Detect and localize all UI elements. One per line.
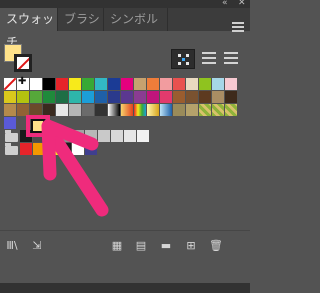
- swatch[interactable]: [121, 104, 133, 116]
- swatch[interactable]: [186, 104, 198, 116]
- tab-symbols[interactable]: シンボル: [104, 8, 168, 31]
- panel-top-strip: « ✕: [0, 0, 250, 8]
- swatch[interactable]: [134, 104, 146, 116]
- swatch[interactable]: [212, 78, 224, 90]
- swatch[interactable]: [160, 104, 172, 116]
- swatch[interactable]: [69, 91, 81, 103]
- swatch[interactable]: [69, 104, 81, 116]
- swatch[interactable]: [225, 104, 237, 116]
- tab-swatches[interactable]: スウォッチ: [0, 8, 58, 49]
- swatch[interactable]: [147, 78, 159, 90]
- panel-footer: [0, 283, 250, 293]
- swatch[interactable]: [30, 91, 42, 103]
- swatch[interactable]: [4, 78, 16, 90]
- swatch[interactable]: [108, 104, 120, 116]
- swatch[interactable]: [108, 78, 120, 90]
- swatch[interactable]: [186, 91, 198, 103]
- large-thumbnail-view-button[interactable]: [171, 49, 195, 69]
- swatch[interactable]: [160, 78, 172, 90]
- swatch-library-menu-icon[interactable]: Ⅲ\: [5, 239, 19, 253]
- grays-group-folder-icon[interactable]: [5, 130, 18, 142]
- swatch[interactable]: [108, 91, 120, 103]
- swatch[interactable]: [4, 104, 16, 116]
- swatch[interactable]: [56, 91, 68, 103]
- stroke-none-swatch[interactable]: [14, 54, 32, 72]
- tab-brushes[interactable]: ブラシ: [58, 8, 104, 31]
- panel-menu-icon[interactable]: [232, 22, 244, 32]
- swatch[interactable]: [134, 78, 146, 90]
- panel-tab-bar: スウォッチ ブラシ シンボル: [0, 8, 250, 49]
- show-swatch-kinds-icon[interactable]: ▦: [110, 239, 124, 253]
- swatch-options-icon[interactable]: ▤: [134, 239, 148, 253]
- swatch[interactable]: [134, 91, 146, 103]
- pointer-arrow: [41, 119, 109, 217]
- swatch[interactable]: [225, 91, 237, 103]
- swatch[interactable]: [4, 91, 16, 103]
- swatch[interactable]: [121, 91, 133, 103]
- swatch[interactable]: [173, 104, 185, 116]
- swatch[interactable]: [4, 117, 16, 129]
- swatch[interactable]: [69, 78, 81, 90]
- swatch[interactable]: [124, 130, 136, 142]
- swatch[interactable]: [225, 78, 237, 90]
- swatch[interactable]: [95, 104, 107, 116]
- swatch[interactable]: [43, 78, 55, 90]
- swatch[interactable]: [121, 78, 133, 90]
- swatch[interactable]: [82, 91, 94, 103]
- swatch[interactable]: [56, 104, 68, 116]
- new-swatch-icon[interactable]: ⊞: [184, 239, 198, 253]
- swatch[interactable]: [199, 91, 211, 103]
- swatch[interactable]: [199, 78, 211, 90]
- swatch[interactable]: [95, 91, 107, 103]
- new-color-group-icon[interactable]: ▬: [159, 239, 173, 253]
- collapse-panel-icon[interactable]: «: [222, 0, 236, 8]
- delete-swatch-icon[interactable]: 🗑: [209, 239, 223, 253]
- swatch[interactable]: [186, 78, 198, 90]
- swatch[interactable]: [212, 91, 224, 103]
- swatch[interactable]: [82, 78, 94, 90]
- toolbar-divider: [0, 230, 250, 231]
- close-panel-icon[interactable]: ✕: [238, 0, 248, 8]
- swatch[interactable]: [147, 104, 159, 116]
- swatch[interactable]: [160, 91, 172, 103]
- swatch[interactable]: [173, 78, 185, 90]
- swatch[interactable]: [212, 104, 224, 116]
- swatch[interactable]: [95, 78, 107, 90]
- swatch[interactable]: [43, 91, 55, 103]
- swatch[interactable]: [20, 143, 32, 155]
- swatch[interactable]: [199, 104, 211, 116]
- swatch[interactable]: [17, 76, 29, 90]
- swatch[interactable]: [147, 91, 159, 103]
- swatch[interactable]: [137, 130, 149, 142]
- swatch[interactable]: [30, 78, 42, 90]
- list-view-button[interactable]: [201, 49, 217, 69]
- swatch[interactable]: [173, 91, 185, 103]
- small-thumbnail-view-button[interactable]: [223, 49, 239, 69]
- place-swatches-icon[interactable]: ⇲: [30, 239, 44, 253]
- swatch[interactable]: [17, 91, 29, 103]
- swatch[interactable]: [111, 130, 123, 142]
- color-group-folder-icon[interactable]: [5, 143, 18, 155]
- large-thumbnail-icon: [178, 54, 190, 66]
- fill-stroke-indicator[interactable]: [4, 44, 34, 74]
- swatch[interactable]: [82, 104, 94, 116]
- swatch[interactable]: [56, 78, 68, 90]
